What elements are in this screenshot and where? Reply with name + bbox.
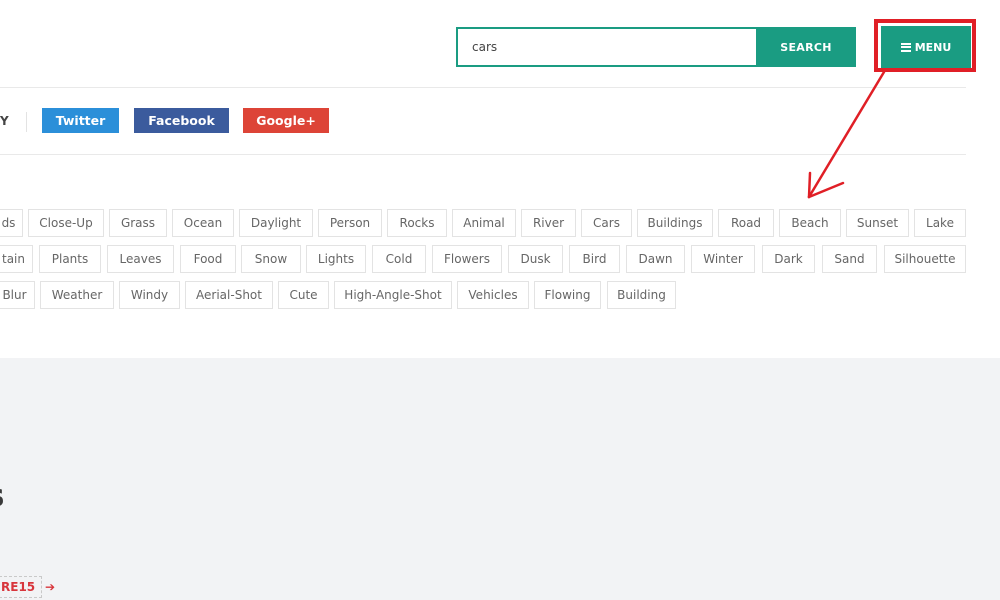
annotation-arrow-icon bbox=[807, 70, 886, 199]
